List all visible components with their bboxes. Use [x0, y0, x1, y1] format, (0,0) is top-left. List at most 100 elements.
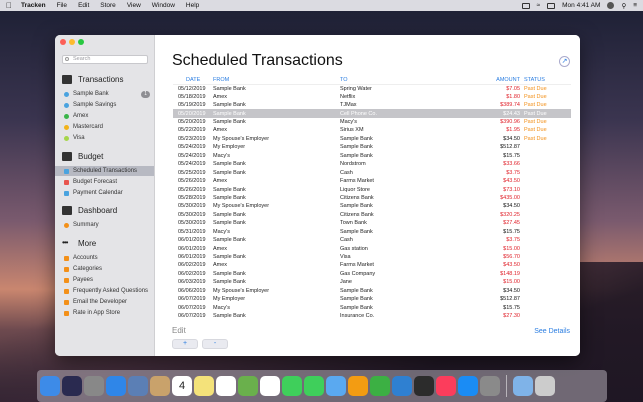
dock-app-store-icon[interactable] [458, 376, 478, 396]
apple-icon[interactable]:  [6, 1, 12, 10]
dock-notes-icon[interactable] [194, 376, 214, 396]
menu-edit[interactable]: Edit [78, 2, 89, 9]
sidebar-item-sample-bank[interactable]: Sample Bank 1 [55, 89, 154, 99]
column-header-from[interactable]: FROM [213, 76, 340, 85]
sidebar-item-visa[interactable]: Visa [55, 133, 154, 143]
menu-app[interactable]: Tracken [21, 2, 46, 9]
table-row[interactable]: 05/26/2019 Sample Bank Liquor Store $73.10 [173, 185, 571, 193]
sidebar-item-email-developer[interactable]: Email the Developer [55, 297, 154, 307]
sidebar-item-mastercard[interactable]: Mastercard [55, 122, 154, 132]
column-header-date[interactable]: DATE [173, 76, 213, 85]
table-row[interactable]: 05/19/2019 Sample Bank TJMax $389.74 Past Du… [173, 101, 571, 109]
dock-trash-icon[interactable] [535, 376, 555, 396]
table-row[interactable]: 06/01/2019 Amex Gas station $15.00 [173, 244, 571, 252]
section-dashboard: Dashboard [62, 206, 117, 215]
dock-system-preferences-icon[interactable] [480, 376, 500, 396]
table-row[interactable]: 06/07/2019 Macy's Sample Bank $15.75 [173, 303, 571, 311]
dock-downloads-icon[interactable] [513, 376, 533, 396]
table-row[interactable]: 05/25/2019 Sample Bank Cash $3.75 [173, 168, 571, 176]
minimize-icon[interactable] [69, 39, 75, 45]
dock-safari-icon[interactable] [106, 376, 126, 396]
column-header-to[interactable]: TO [340, 76, 466, 85]
clock[interactable]: Mon 4:41 AM [562, 2, 600, 9]
dock-launchpad-icon[interactable] [84, 376, 104, 396]
table-row[interactable]: 06/01/2019 Sample Bank Visa $56.70 [173, 253, 571, 261]
table-row[interactable]: 06/02/2019 Amex Farms Market $43.50 [173, 261, 571, 269]
sidebar-item-categories[interactable]: Categories [55, 264, 154, 274]
sidebar-item-accounts[interactable]: Accounts [55, 253, 154, 263]
menu-file[interactable]: File [57, 2, 67, 9]
table-row[interactable]: 05/20/2019 Sample Bank Cell Phone Co. $24.4… [173, 109, 571, 118]
sidebar-item-scheduled-transactions[interactable]: Scheduled Transactions [55, 166, 154, 176]
table-row[interactable]: 05/30/2019 Sample Bank Town Bank $27.45 [173, 219, 571, 227]
column-header-amount[interactable]: AMOUNT [466, 76, 524, 85]
dock-calendar-icon[interactable]: 4 [172, 376, 192, 396]
dock-numbers-icon[interactable] [370, 376, 390, 396]
airplay-icon[interactable] [521, 2, 530, 9]
table-row[interactable]: 05/22/2019 Amex Sirius XM $1.95 Past Due [173, 126, 571, 134]
close-icon[interactable] [60, 39, 66, 45]
dock-reminders-icon[interactable] [216, 376, 236, 396]
search-input[interactable]: Search [62, 55, 148, 64]
table-row[interactable]: 05/30/2019 My Spouse's Employer Sample Ban… [173, 202, 571, 210]
table-row[interactable]: 05/23/2019 My Spouse's Employer Sample Ban… [173, 135, 571, 143]
dock-maps-icon[interactable] [238, 376, 258, 396]
add-button[interactable]: + [172, 339, 198, 349]
table-row[interactable]: 05/28/2019 Sample Bank Citizens Bank $435.0… [173, 194, 571, 202]
remove-button[interactable]: - [202, 339, 228, 349]
search-icon[interactable]: ⚲ [621, 2, 626, 10]
sidebar-item-amex[interactable]: Amex [55, 111, 154, 121]
menu-help[interactable]: Help [186, 2, 199, 9]
table-row[interactable]: 06/06/2019 My Spouse's Employer Sample Ban… [173, 287, 571, 295]
table-row[interactable]: 05/18/2019 Amex Netflix $1.80 Past Due [173, 93, 571, 101]
dock-photos-icon[interactable] [260, 376, 280, 396]
table-row[interactable]: 06/07/2019 My Employer Sample Bank $512.87 [173, 295, 571, 303]
dock-keynote-icon[interactable] [392, 376, 412, 396]
dock-mail-icon[interactable] [326, 376, 346, 396]
battery-icon[interactable] [547, 2, 556, 9]
dock-pages-icon[interactable] [348, 376, 368, 396]
dock-tracken-icon[interactable] [414, 376, 434, 396]
sidebar-item-faq[interactable]: Frequently Asked Questions [55, 286, 154, 296]
to-cell: Citizens Bank [340, 211, 374, 218]
column-header-status[interactable]: STATUS [524, 76, 571, 85]
table-row[interactable]: 05/24/2019 Sample Bank Nordstrom $33.66 [173, 160, 571, 168]
sidebar-item-budget-forecast[interactable]: Budget Forecast [55, 177, 154, 187]
sidebar-item-payment-calendar[interactable]: Payment Calendar [55, 188, 154, 198]
sidebar-item-rate-app[interactable]: Rate in App Store [55, 308, 154, 318]
table-row[interactable]: 06/03/2019 Sample Bank Jane $15.00 [173, 278, 571, 286]
menu-list-icon[interactable]: ≡ [633, 2, 637, 9]
dock-siri-icon[interactable] [62, 376, 82, 396]
table-row[interactable]: 05/31/2019 Macy's Sample Bank $15.75 [173, 228, 571, 236]
menu-store[interactable]: Store [100, 2, 116, 9]
table-row[interactable]: 05/12/2019 Sample Bank Spring Water $7.05 Pa… [173, 84, 571, 93]
table-row[interactable]: 06/02/2019 Sample Bank Gas Company $148.19 [173, 270, 571, 278]
trend-chart-icon[interactable]: ↗ [559, 56, 570, 67]
table-row[interactable]: 05/24/2019 Macy's Sample Bank $15.75 [173, 152, 571, 160]
menu-view[interactable]: View [127, 2, 141, 9]
dock-facetime-icon[interactable] [304, 376, 324, 396]
sidebar-item-summary[interactable]: Summary [55, 220, 154, 230]
table-row[interactable]: 06/01/2019 Sample Bank Cash $3.75 [173, 236, 571, 244]
see-details-link[interactable]: See Details [534, 328, 570, 335]
table-row[interactable]: 06/07/2019 Sample Bank Insurance Co. $27.30 [173, 312, 571, 320]
table-row[interactable]: 05/26/2019 Amex Farms Market $43.50 [173, 177, 571, 185]
menu-window[interactable]: Window [152, 2, 175, 9]
table-row[interactable]: 05/20/2019 Sample Bank Macy's $390.96 Past D… [173, 118, 571, 126]
table-row[interactable]: 05/24/2019 My Employer Sample Bank $512.87 [173, 143, 571, 151]
from-cell: Amex [213, 93, 228, 100]
accounts-icon [64, 255, 69, 261]
dock-messages-icon[interactable] [282, 376, 302, 396]
dock-finder-icon[interactable] [40, 376, 60, 396]
sidebar-item-payees[interactable]: Payees [55, 275, 154, 285]
sidebar-item-sample-savings[interactable]: Sample Savings [55, 100, 154, 110]
dock-music-icon[interactable] [436, 376, 456, 396]
dock-contacts-icon[interactable] [150, 376, 170, 396]
amount-cell: $320.25 [500, 211, 520, 218]
table-row[interactable]: 05/30/2019 Sample Bank Citizens Bank $320.2… [173, 211, 571, 219]
user-icon[interactable] [607, 2, 615, 9]
wifi-icon[interactable]: ≈ [537, 2, 541, 9]
dock-preview-icon[interactable] [128, 376, 148, 396]
date-cell: 05/24/2019 [178, 152, 206, 159]
zoom-icon[interactable] [78, 39, 84, 45]
